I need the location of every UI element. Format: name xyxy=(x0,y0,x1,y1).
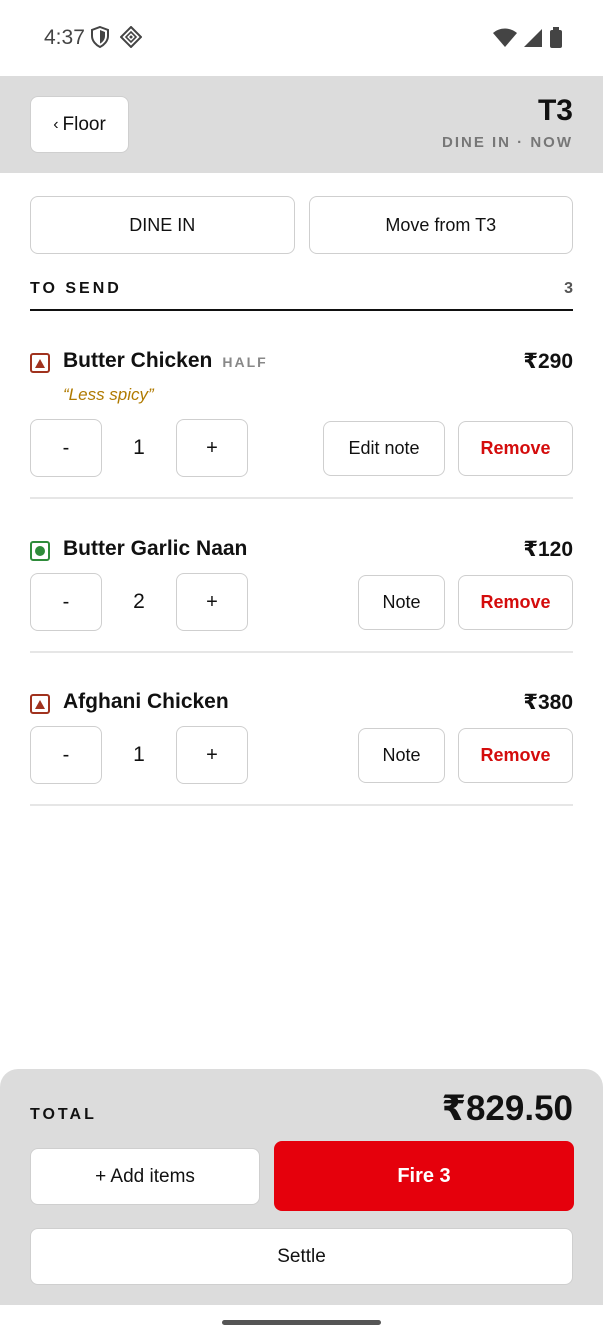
item-quantity: 2 xyxy=(133,590,145,613)
item-price: ₹120 xyxy=(523,538,573,561)
status-time: 4:37 xyxy=(44,26,85,49)
veg-icon xyxy=(30,541,50,561)
item-quantity: 1 xyxy=(133,436,145,459)
non-veg-icon xyxy=(30,353,50,373)
shield-icon xyxy=(90,25,110,53)
gesture-nav-handle[interactable] xyxy=(222,1320,381,1325)
remove-item-button[interactable]: Remove xyxy=(458,421,573,476)
back-button-label: Floor xyxy=(62,113,106,135)
item-name: Butter Garlic Naan xyxy=(63,537,248,560)
edit-note-button[interactable]: Edit note xyxy=(323,421,445,476)
increase-qty-button[interactable]: + xyxy=(176,573,248,631)
order-mode-row: DINE IN Move from T3 xyxy=(30,196,573,254)
settle-button[interactable]: Settle xyxy=(30,1228,573,1285)
item-variant: HALF xyxy=(222,354,268,370)
location-diamond-icon xyxy=(119,25,143,53)
to-send-section-header: TO SEND 3 xyxy=(30,280,573,311)
item-name: Afghani Chicken xyxy=(63,690,229,713)
total-label: TOTAL xyxy=(30,1106,97,1123)
add-items-button[interactable]: + Add items xyxy=(30,1148,260,1205)
total-value: ₹829.50 xyxy=(441,1089,573,1128)
order-header: ‹ Floor T3 DINE IN · NOW xyxy=(0,76,603,173)
battery-icon xyxy=(549,27,563,54)
item-name: Butter Chicken xyxy=(63,349,213,372)
remove-item-button[interactable]: Remove xyxy=(458,728,573,783)
status-bar: 4:37 xyxy=(0,0,603,76)
item-quantity: 1 xyxy=(133,743,145,766)
wifi-icon xyxy=(493,28,517,53)
note-button[interactable]: Note xyxy=(358,575,445,630)
back-to-floor-button[interactable]: ‹ Floor xyxy=(30,96,129,153)
order-item: Butter Garlic Naan ₹120 - 2 + Note Remov… xyxy=(30,537,573,653)
order-item: Afghani Chicken ₹380 - 1 + Note Remove xyxy=(30,690,573,806)
item-note: “Less spicy” xyxy=(63,385,154,404)
section-count: 3 xyxy=(564,280,573,297)
order-item: Butter Chicken HALF ₹290 “Less spicy” - 1… xyxy=(30,349,573,499)
remove-item-button[interactable]: Remove xyxy=(458,575,573,630)
increase-qty-button[interactable]: + xyxy=(176,419,248,477)
increase-qty-button[interactable]: + xyxy=(176,726,248,784)
dine-in-button[interactable]: DINE IN xyxy=(30,196,295,254)
order-footer: TOTAL ₹829.50 + Add items Fire 3 Settle xyxy=(0,1069,603,1305)
non-veg-icon xyxy=(30,694,50,714)
move-table-button[interactable]: Move from T3 xyxy=(308,196,573,254)
decrease-qty-button[interactable]: - xyxy=(30,726,102,784)
section-title: TO SEND xyxy=(30,280,122,297)
decrease-qty-button[interactable]: - xyxy=(30,419,102,477)
item-price: ₹380 xyxy=(523,691,573,714)
chevron-left-icon: ‹ xyxy=(53,115,59,133)
table-code: T3 xyxy=(537,94,573,127)
note-button[interactable]: Note xyxy=(358,728,445,783)
signal-icon xyxy=(523,28,543,53)
order-subtitle: DINE IN · NOW xyxy=(442,134,573,151)
fire-button[interactable]: Fire 3 xyxy=(274,1141,574,1211)
item-price: ₹290 xyxy=(523,350,573,373)
decrease-qty-button[interactable]: - xyxy=(30,573,102,631)
